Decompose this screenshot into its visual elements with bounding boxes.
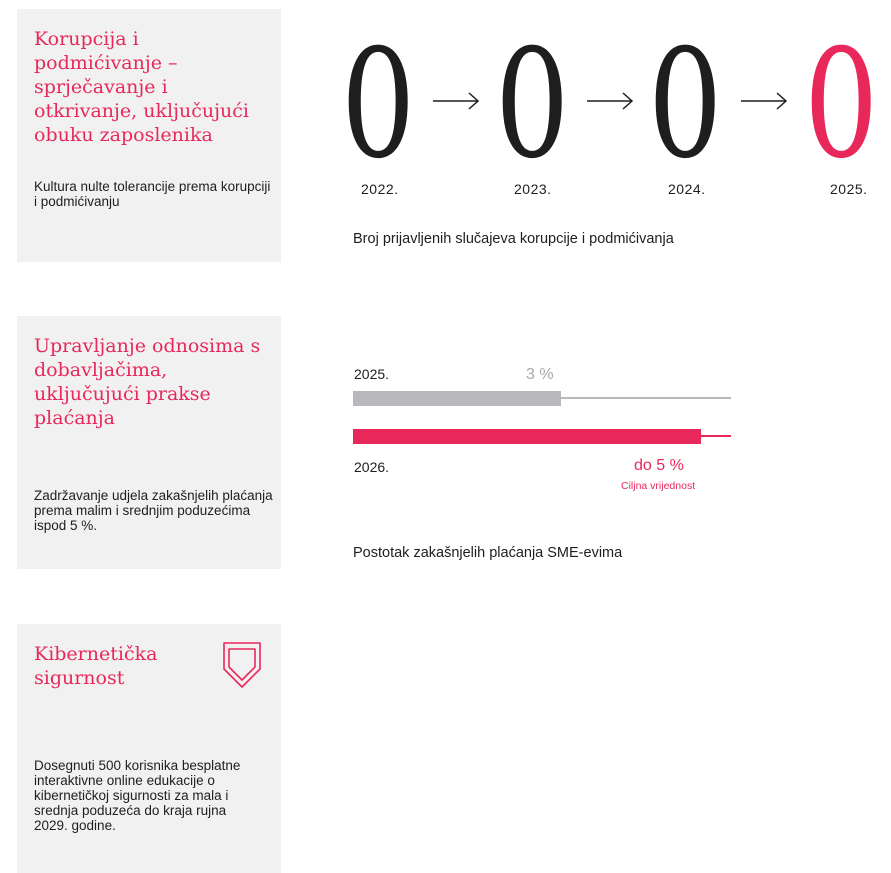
value-2023: 0 (495, 18, 570, 192)
bar-label-2025: 2025. (354, 366, 390, 382)
target-value-label: Ciljna vrijednost (621, 480, 696, 492)
bar-value-2025: 3 % (526, 366, 554, 383)
card-text: Kultura nulte tolerancije prema korupcij… (34, 179, 271, 209)
year-label: 2024. (668, 181, 706, 197)
bar-fill-2025 (353, 391, 561, 406)
card-text: Zadržavanje udjela zakašnjelih plaćanja … (34, 488, 273, 533)
corruption-caption: Broj prijavljenih slučajeva korupcije i … (353, 231, 674, 247)
value-2022: 0 (341, 18, 416, 192)
arrow-right-icon (587, 92, 634, 110)
bar-label-2026: 2026. (354, 459, 390, 475)
year-label: 2022. (361, 181, 399, 197)
card-title: Upravljanje odnosima s dobavljačima, ukl… (34, 335, 261, 429)
card-cybersecurity: Kibernetička sigurnost Dosegnuti 500 kor… (17, 624, 281, 873)
value-2024: 0 (648, 18, 723, 192)
bar-value-2026: do 5 % (634, 457, 684, 474)
card-title: Kibernetička sigurnost (34, 643, 158, 689)
value-2025: 0 (804, 18, 879, 192)
card-supplier-relations: Upravljanje odnosima s dobavljačima, ukl… (17, 316, 281, 569)
arrow-right-icon (741, 92, 788, 110)
card-title: Korupcija i podmićivanje – sprječavanje … (34, 28, 249, 146)
bar-fill-2026 (353, 429, 701, 444)
arrow-right-icon (433, 92, 480, 110)
bar-2026 (353, 429, 731, 444)
card-corruption: Korupcija i podmićivanje – sprječavanje … (17, 9, 281, 262)
shield-icon (223, 642, 261, 688)
year-label: 2023. (514, 181, 552, 197)
card-text: Dosegnuti 500 korisnika besplatne intera… (34, 758, 241, 833)
payments-caption: Postotak zakašnjelih plaćanja SME-evima (353, 545, 623, 561)
year-label: 2025. (830, 181, 868, 197)
bar-2025 (353, 391, 731, 406)
